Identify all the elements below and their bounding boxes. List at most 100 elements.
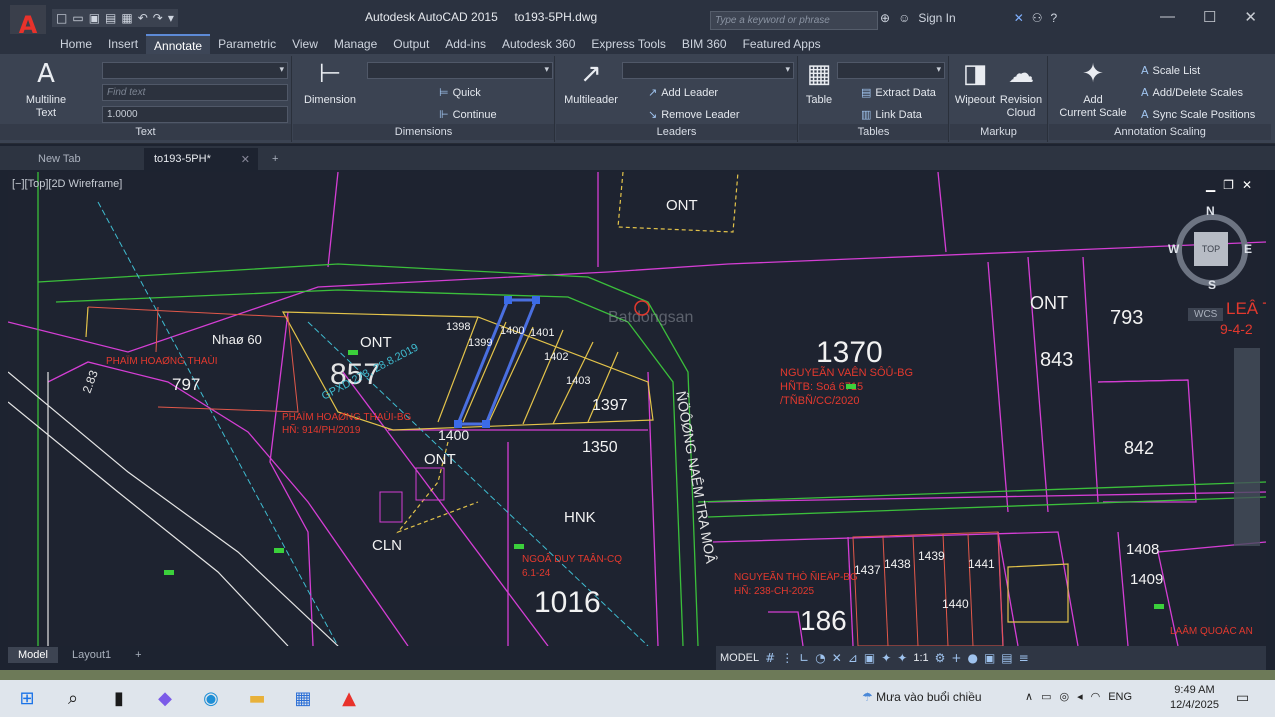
autocad-taskbar-icon[interactable]: ▲ (330, 684, 368, 714)
sign-in-link[interactable]: Sign In (918, 11, 955, 25)
drawing-canvas[interactable]: ONT ONT ONT ONT CLN HNK Nhaø 60 857 797 … (8, 172, 1266, 646)
vp-restore-icon[interactable]: ❐ (1223, 178, 1234, 192)
volume-icon[interactable]: ◂ (1077, 690, 1083, 703)
auto-scale-icon[interactable]: ✦ (897, 651, 907, 665)
dimensions-panel-label[interactable]: Dimensions (293, 124, 554, 140)
saveas-icon[interactable]: ▤ (105, 11, 116, 25)
maximize-icon[interactable]: ☐ (1203, 8, 1216, 26)
open-icon[interactable]: ▭ (72, 11, 83, 25)
viewcube-top[interactable]: TOP (1194, 232, 1228, 266)
dimension-button[interactable]: ⊢ Dimension (299, 58, 361, 107)
hardware-accel-icon[interactable]: ▣ (984, 651, 995, 665)
viewcube[interactable]: TOP N S E W (1168, 204, 1254, 292)
isodraft-icon[interactable]: ✕ (832, 651, 842, 665)
print-icon[interactable]: ▦ (121, 11, 132, 25)
snap-icon[interactable]: ⋮ (781, 651, 793, 665)
undo-icon[interactable]: ↶ (138, 11, 148, 25)
edge-icon[interactable]: ◉ (192, 684, 230, 714)
extract-data-button[interactable]: ▤ Extract Data (861, 86, 936, 99)
multiline-text-button[interactable]: A Multiline Text (18, 58, 74, 120)
file-tab-current[interactable]: to193-5PH* ✕ (144, 148, 258, 170)
find-text-input[interactable]: Find text (102, 84, 288, 101)
customize-status-icon[interactable]: ≡ (1019, 651, 1029, 665)
redo-icon[interactable]: ↷ (153, 11, 163, 25)
ribbon-tab-add-ins[interactable]: Add-ins (437, 34, 494, 54)
table-style-combo[interactable]: ▾ (837, 62, 945, 79)
continue-dim-button[interactable]: ⊩ Continue (439, 108, 497, 121)
task-view-icon[interactable]: ▮ (100, 684, 138, 714)
compass-e[interactable]: E (1244, 242, 1252, 256)
osnap-icon[interactable]: ⊿ (848, 651, 858, 665)
minimize-icon[interactable]: — (1160, 8, 1175, 26)
exchange-icon[interactable]: ✕ (1014, 11, 1024, 25)
binoculars-icon[interactable]: ⊕ (880, 11, 890, 25)
add-leader-button[interactable]: ↗ Add Leader (648, 86, 718, 99)
ortho-icon[interactable]: ∟ (799, 651, 809, 665)
link-data-button[interactable]: ▥ Link Data (861, 108, 922, 121)
ribbon-tab-featured-apps[interactable]: Featured Apps (735, 34, 829, 54)
cad-drawing[interactable]: ONT ONT ONT ONT CLN HNK Nhaø 60 857 797 … (8, 172, 1266, 646)
ribbon-tab-autodesk-360[interactable]: Autodesk 360 (494, 34, 583, 54)
add-delete-scales-button[interactable]: A Add/Delete Scales (1141, 86, 1243, 99)
close-icon[interactable]: ✕ (1244, 8, 1257, 26)
notification-icon[interactable]: ▭ (1236, 690, 1249, 706)
user-icon[interactable]: ☺ (898, 11, 910, 25)
leaders-panel-label[interactable]: Leaders (556, 124, 797, 140)
text-style-combo[interactable]: ▾ (102, 62, 288, 79)
weather-widget[interactable]: ☂ Mưa vào buổi chiều (862, 690, 982, 704)
start-icon[interactable]: ⊞ (8, 684, 46, 714)
add-tab-icon[interactable]: + (262, 148, 288, 170)
vp-minimize-icon[interactable]: ▁ (1206, 178, 1215, 192)
new-tab[interactable]: New Tab (28, 148, 142, 170)
vp-close-icon[interactable]: ✕ (1242, 178, 1252, 192)
a360-icon[interactable]: ⚇ (1032, 11, 1043, 25)
copilot-icon[interactable]: ◆ (146, 684, 184, 714)
model-tab[interactable]: Model (8, 647, 58, 663)
clock[interactable]: 9:49 AM 12/4/2025 (1170, 683, 1219, 713)
mleader-style-combo[interactable]: ▾ (622, 62, 794, 79)
add-layout-icon[interactable]: + (125, 647, 151, 663)
ribbon-tab-output[interactable]: Output (385, 34, 437, 54)
search-icon[interactable]: ⌕ (54, 684, 92, 714)
grid-icon[interactable]: # (765, 651, 775, 665)
annotation-visibility-icon[interactable]: ✦ (881, 651, 891, 665)
store-icon[interactable]: ▦ (284, 684, 322, 714)
ribbon-tab-parametric[interactable]: Parametric (210, 34, 284, 54)
battery-icon[interactable]: ▭ (1041, 690, 1051, 703)
text-panel-label[interactable]: Text (0, 124, 291, 140)
ribbon-tab-home[interactable]: Home (52, 34, 100, 54)
ribbon-tab-view[interactable]: View (284, 34, 326, 54)
ribbon-tab-manage[interactable]: Manage (326, 34, 385, 54)
scale-list-button[interactable]: A Scale List (1141, 64, 1200, 77)
wcs-menu[interactable]: WCS (1188, 308, 1224, 321)
text-height-combo[interactable]: 1.0000 (102, 106, 288, 123)
wipeout-button[interactable]: ◨ Wipeout (952, 58, 998, 107)
ribbon-tab-insert[interactable]: Insert (100, 34, 146, 54)
annomonitor-icon[interactable]: + (951, 651, 961, 665)
ribbon-tab-bim-360[interactable]: BIM 360 (674, 34, 735, 54)
compass-n[interactable]: N (1206, 204, 1215, 218)
quick-dim-button[interactable]: ⊨ Quick (439, 86, 481, 99)
ribbon-tab-annotate[interactable]: Annotate (146, 34, 211, 54)
language-indicator[interactable]: ENG (1108, 691, 1132, 703)
wifi-icon[interactable]: ◠ (1091, 690, 1101, 703)
otrack-icon[interactable]: ▣ (864, 651, 875, 665)
new-icon[interactable]: □ (56, 11, 67, 25)
remove-leader-button[interactable]: ↘ Remove Leader (648, 108, 740, 121)
workspace-icon[interactable]: ⚙ (935, 651, 946, 665)
close-tab-icon[interactable]: ✕ (241, 153, 250, 166)
tables-panel-label[interactable]: Tables (799, 124, 948, 140)
network-icon[interactable]: ◎ (1059, 690, 1069, 703)
add-current-scale-button[interactable]: ✦ Add Current Scale (1055, 58, 1131, 120)
polar-icon[interactable]: ◔ (815, 651, 825, 665)
revision-cloud-button[interactable]: ☁ Revision Cloud (998, 58, 1044, 120)
viewport-label[interactable]: [−][Top][2D Wireframe] (12, 178, 122, 190)
model-space-button[interactable]: MODEL (720, 652, 759, 664)
annotation-scale[interactable]: 1:1 (913, 652, 928, 664)
search-input[interactable]: Type a keyword or phrase (710, 11, 878, 30)
compass-w[interactable]: W (1168, 242, 1179, 256)
layout1-tab[interactable]: Layout1 (62, 647, 121, 663)
navigation-bar[interactable] (1234, 348, 1260, 546)
table-button[interactable]: ▦ Table (801, 58, 837, 107)
show-hidden-icon[interactable]: ∧ (1025, 690, 1033, 703)
